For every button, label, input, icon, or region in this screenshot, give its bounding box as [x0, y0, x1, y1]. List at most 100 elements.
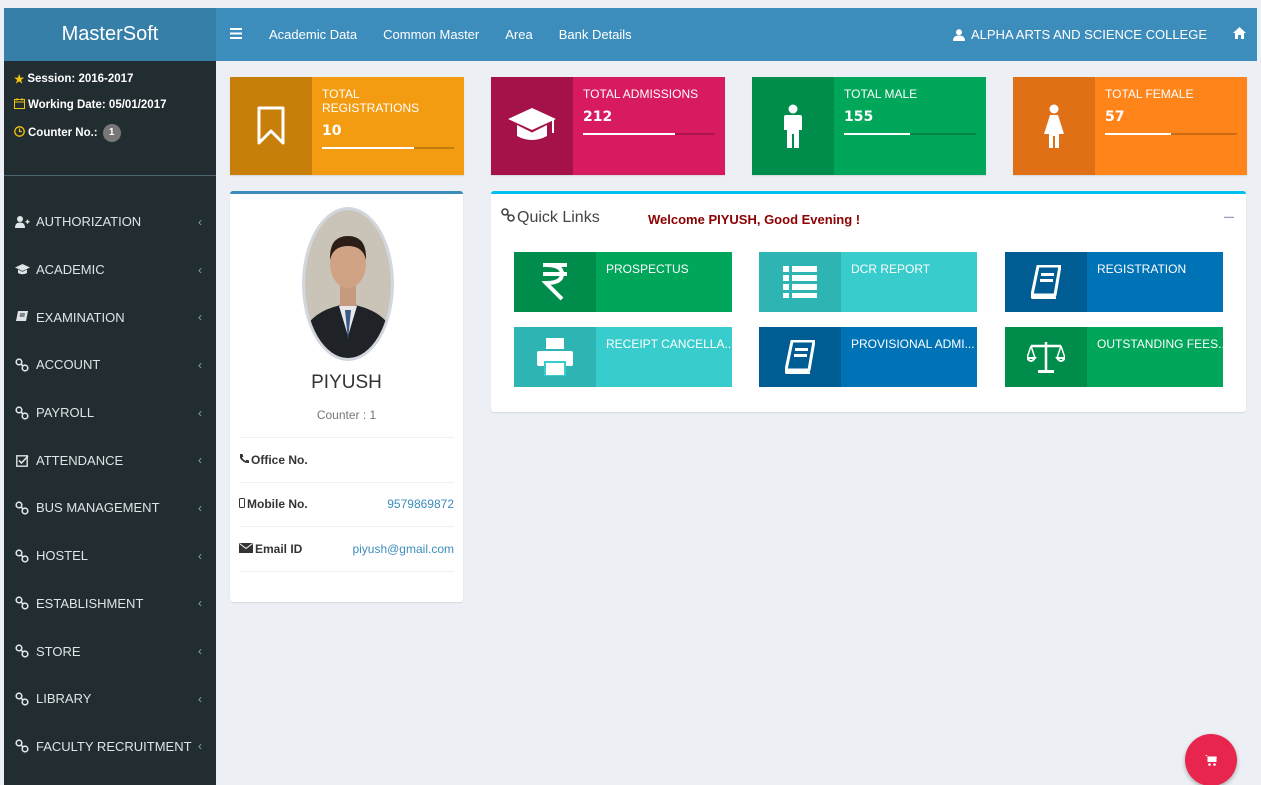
- profile-contact-list: Office No. Mobile No. 9579869872 Email I…: [239, 437, 454, 572]
- stat-progress: [322, 147, 454, 149]
- counter-label: Counter No.:: [28, 127, 98, 139]
- quick-link-receipt-cancella[interactable]: RECEIPT CANCELLA...: [514, 327, 732, 387]
- sidebar-item-hostel[interactable]: HOSTEL ‹: [4, 532, 216, 580]
- profile-name: PIYUSH: [311, 372, 382, 393]
- profile-counter: Counter : 1: [316, 408, 377, 422]
- sidebar-item-establishment[interactable]: ESTABLISHMENT ‹: [4, 580, 216, 628]
- sidebar-item-academic[interactable]: ACADEMIC ‹: [4, 246, 216, 294]
- sidebar-item-label: STORE: [36, 643, 81, 659]
- user-icon: [952, 28, 965, 41]
- hamburger-menu-icon[interactable]: [216, 26, 256, 44]
- sidebar-item-label: ESTABLISHMENT: [36, 595, 144, 611]
- minimize-icon[interactable]: –: [1224, 206, 1234, 227]
- mobile-label: Mobile No.: [247, 497, 308, 512]
- college-user-menu[interactable]: ALPHA ARTS AND SCIENCE COLLEGE: [952, 27, 1221, 42]
- sidebar-menu: AUTHORIZATION ‹ ACADEMIC ‹ EXAMINATION ‹ ACCOU…: [4, 198, 216, 770]
- working-date-text: Working Date: 05/01/2017: [28, 99, 167, 111]
- user-plus-icon: [14, 215, 30, 229]
- link-icon: [501, 208, 515, 227]
- sidebar-item-payroll[interactable]: PAYROLL ‹: [4, 389, 216, 437]
- quick-links-panel: Quick Links Welcome PIYUSH, Good Evening…: [491, 191, 1246, 412]
- link-icon: [14, 596, 30, 610]
- quick-links-title: Quick Links: [501, 208, 600, 227]
- mobile-icon: [239, 497, 245, 511]
- stat-value: 155: [844, 109, 874, 125]
- chevron-left-icon: ‹: [198, 310, 202, 325]
- quick-link-label: PROSPECTUS: [606, 262, 689, 276]
- sidebar-item-faculty-recruitment[interactable]: FACULTY RECRUITMENT ‹: [4, 723, 216, 771]
- sidebar: ★ Session: 2016-2017 Working Date: 05/01/…: [4, 61, 216, 785]
- chevron-left-icon: ‹: [198, 500, 202, 515]
- nav-area[interactable]: Area: [492, 27, 545, 42]
- link-icon: [14, 358, 30, 372]
- chevron-left-icon: ‹: [198, 405, 202, 420]
- nav-common-master[interactable]: Common Master: [370, 27, 492, 42]
- cart-icon: [1205, 754, 1217, 766]
- sidebar-item-library[interactable]: LIBRARY ‹: [4, 675, 216, 723]
- office-row: Office No.: [239, 438, 454, 483]
- stat-box-total-registrations: TOTAL REGISTRATIONS 10: [230, 77, 464, 175]
- profile-card: PIYUSH Counter : 1 Office No. Mobile No.…: [230, 191, 463, 602]
- sidebar-item-examination[interactable]: EXAMINATION ‹: [4, 293, 216, 341]
- nav-academic-data[interactable]: Academic Data: [256, 27, 370, 42]
- nav-bank-details[interactable]: Bank Details: [546, 27, 645, 42]
- welcome-message: Welcome PIYUSH, Good Evening !: [648, 212, 861, 227]
- mobile-value[interactable]: 9579869872: [387, 497, 454, 511]
- sidebar-item-label: FACULTY RECRUITMENT: [36, 738, 192, 754]
- sidebar-item-account[interactable]: ACCOUNT ‹: [4, 341, 216, 389]
- balance-scale-icon: [1005, 327, 1087, 387]
- list-icon: [759, 252, 841, 312]
- email-row: Email ID piyush@gmail.com: [239, 527, 454, 572]
- sidebar-item-label: ACADEMIC: [36, 262, 105, 278]
- quick-link-outstanding-fees[interactable]: OUTSTANDING FEES...: [1005, 327, 1223, 387]
- sidebar-item-label: HOSTEL: [36, 548, 89, 564]
- book-icon: [1005, 252, 1087, 312]
- quick-link-label: DCR REPORT: [851, 262, 931, 276]
- link-icon: [14, 692, 30, 706]
- home-icon[interactable]: [1221, 27, 1257, 42]
- quick-link-provisional-admi[interactable]: PROVISIONAL ADMI...: [759, 327, 977, 387]
- sidebar-item-label: PAYROLL: [36, 405, 95, 421]
- counter-badge: 1: [102, 124, 121, 142]
- link-icon: [14, 501, 30, 515]
- envelope-icon: [239, 542, 253, 556]
- sidebar-item-authorization[interactable]: AUTHORIZATION ‹: [4, 198, 216, 246]
- chevron-left-icon: ‹: [198, 739, 202, 754]
- email-value[interactable]: piyush@gmail.com: [352, 542, 454, 556]
- chevron-left-icon: ‹: [198, 262, 202, 277]
- stat-progress: [583, 133, 715, 135]
- quick-link-prospectus[interactable]: PROSPECTUS: [514, 252, 732, 312]
- cart-button[interactable]: [1185, 734, 1237, 785]
- session-text: Session: 2016-2017: [27, 73, 134, 85]
- book-icon: [14, 310, 30, 324]
- quick-link-label: PROVISIONAL ADMI...: [851, 337, 975, 351]
- phone-icon: [239, 453, 249, 467]
- clock-icon: [14, 126, 25, 140]
- quick-link-dcr-report[interactable]: DCR REPORT: [759, 252, 977, 312]
- sidebar-item-label: LIBRARY: [36, 691, 92, 707]
- chevron-left-icon: ‹: [198, 548, 202, 563]
- stat-progress: [844, 133, 976, 135]
- stat-box-total-female: TOTAL FEMALE 57: [1013, 77, 1247, 175]
- mobile-row: Mobile No. 9579869872: [239, 483, 454, 527]
- stat-box-total-admissions: TOTAL ADMISSIONS 212: [491, 77, 725, 175]
- link-icon: [14, 644, 30, 658]
- brand-logo[interactable]: MasterSoft: [4, 8, 216, 61]
- sidebar-item-label: AUTHORIZATION: [36, 214, 142, 230]
- session-info: ★ Session: 2016-2017 Working Date: 05/01/…: [4, 61, 216, 176]
- office-label: Office No.: [251, 452, 308, 467]
- sidebar-item-bus-management[interactable]: BUS MANAGEMENT ‹: [4, 484, 216, 532]
- print-icon: [514, 327, 596, 387]
- bookmark-icon: [230, 77, 312, 175]
- chevron-left-icon: ‹: [198, 453, 202, 468]
- female-icon: [1013, 77, 1095, 175]
- sidebar-item-label: EXAMINATION: [36, 309, 125, 325]
- stat-box-total-male: TOTAL MALE 155: [752, 77, 986, 175]
- link-icon: [14, 405, 30, 420]
- sidebar-item-attendance[interactable]: ATTENDANCE ‹: [4, 436, 216, 484]
- sidebar-item-store[interactable]: STORE ‹: [4, 627, 216, 675]
- quick-link-registration[interactable]: REGISTRATION: [1005, 252, 1223, 312]
- profile-avatar: [302, 207, 394, 361]
- graduation-cap-icon: [491, 77, 573, 175]
- chevron-left-icon: ‹: [198, 691, 202, 706]
